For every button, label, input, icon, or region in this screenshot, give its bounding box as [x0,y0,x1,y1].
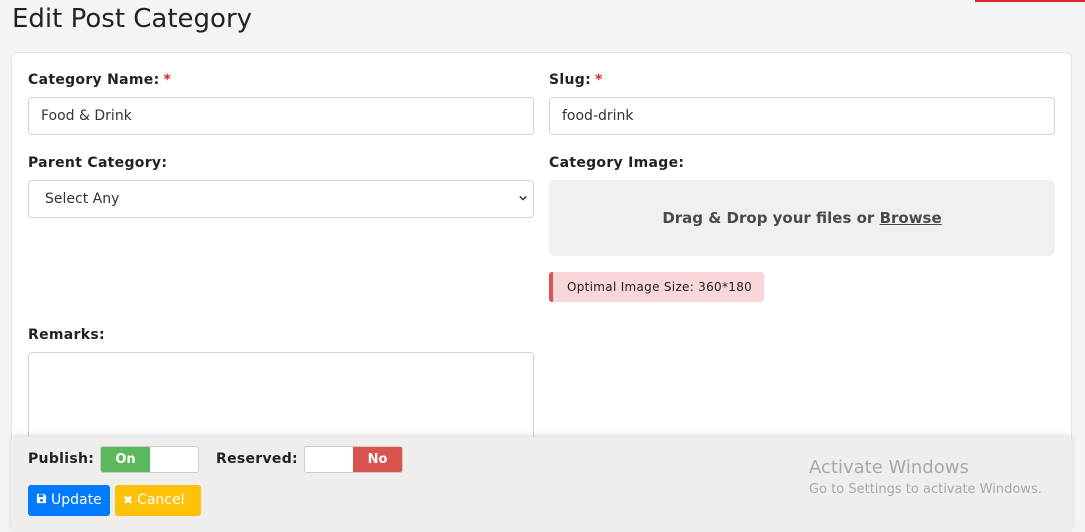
reserved-toggle[interactable]: No [304,446,403,473]
reserved-toggle-no: No [353,447,402,472]
activate-windows-title: Activate Windows [809,457,969,478]
required-asterisk: * [594,72,603,88]
cancel-button[interactable]: ✖ Cancel [115,485,201,516]
save-icon [36,485,47,516]
category-name-label: Category Name: * [28,72,171,88]
category-image-label: Category Image: [549,155,685,171]
page-title: Edit Post Category [12,4,253,34]
update-button[interactable]: Update [28,485,110,516]
slug-input[interactable] [549,97,1055,135]
browse-link[interactable]: Browse [880,209,942,227]
publish-label: Publish: [28,451,95,467]
parent-category-selected: Select Any [45,191,120,207]
dropzone-text: Drag & Drop your files or [662,209,875,227]
required-asterisk: * [163,72,172,88]
slug-label: Slug: * [549,72,603,88]
category-name-input[interactable] [28,97,534,135]
publish-toggle[interactable]: On [100,446,199,473]
chevron-down-icon [519,195,527,201]
update-label: Update [51,492,102,508]
publish-toggle-on: On [101,447,150,472]
close-icon: ✖ [123,493,134,507]
parent-category-label: Parent Category: [28,155,168,171]
category-name-label-text: Category Name: [28,72,160,88]
activate-windows-subtitle: Go to Settings to activate Windows. [809,482,1042,497]
remarks-label: Remarks: [28,327,105,343]
top-accent-bar [975,0,1085,2]
cancel-label: Cancel [137,492,185,508]
parent-category-select[interactable]: Select Any [28,180,534,218]
image-size-hint: Optimal Image Size: 360*180 [549,272,765,302]
slug-label-text: Slug: [549,72,591,88]
reserved-label: Reserved: [216,451,298,467]
image-dropzone[interactable]: Drag & Drop your files or Browse [549,180,1055,256]
